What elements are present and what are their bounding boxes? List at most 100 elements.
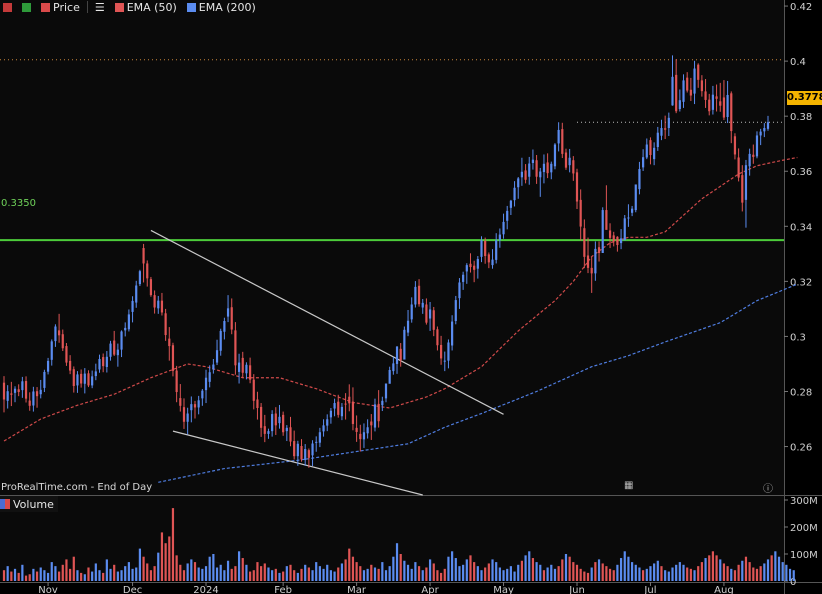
volume-bar [638,567,641,581]
candle-body [439,344,443,359]
last-price-badge: 0.3778 [787,91,822,105]
candle-body [304,449,307,461]
candle-body [241,357,244,373]
volume-bar [359,566,362,581]
candle-body [399,348,402,361]
volume-bar [72,556,75,581]
time-tick-label: Jun [568,585,585,594]
candle-body [531,159,535,163]
volume-bar [605,566,608,581]
candle-body [730,93,733,132]
candle-body [263,426,266,434]
candle-body [722,97,726,118]
candle-body [201,390,204,399]
candle-body [616,236,619,246]
volume-bar [127,562,130,581]
legend-arrow-down[interactable] [0,0,15,14]
volume-bar [355,562,358,581]
volume-bar [65,559,68,581]
volume-bar [414,562,417,581]
volume-bar [406,564,410,581]
candle-body [520,171,524,178]
candle-body [451,321,454,346]
volume-bar [171,508,175,581]
candle-body [35,391,39,397]
candle-body [693,68,696,94]
volume-panel-bg [0,496,784,581]
candle-body [575,172,579,202]
volume-bar [484,567,487,581]
price-tick-label: 0.34 [790,222,812,233]
volume-bar [557,566,560,581]
volume-bar [458,566,461,581]
candle-body [296,443,299,457]
candle-body [127,314,130,330]
candle-body [700,80,703,92]
volume-bar [263,563,266,581]
volume-bar [535,562,538,581]
list-icon[interactable]: ☰ [92,0,108,14]
volume-bar [329,570,333,581]
volume-bar [711,551,715,581]
volume-bar [399,554,402,581]
price-panel-bg [0,0,784,495]
ema200-toggle[interactable]: EMA (200) [184,0,259,14]
calendar-icon[interactable]: ▦ [624,480,633,491]
candle-body [289,427,292,442]
candle-body [432,310,435,330]
volume-bar [741,560,744,581]
volume-bar [737,564,740,581]
volume-bar [146,563,149,581]
candle-body [370,421,373,426]
ema50-toggle[interactable]: EMA (50) [112,0,180,14]
volume-bar [579,568,582,581]
volume-bar [678,562,681,581]
candle-body [410,304,413,320]
candle-body [487,254,490,263]
candle-body [116,349,119,356]
candle-body [355,427,358,432]
volume-bar [686,567,689,581]
chart-window: 0.42 0.4 0.38 0.36 0.34 0.32 0.3 0.28 0.26 0 100M 2… [0,0,822,594]
price-chart[interactable]: 0.420.40.380.360.340.320.30.280.260100M2… [0,0,822,594]
candle-body [428,309,432,319]
candle-body [69,360,72,371]
volume-bar [465,559,468,581]
candle-body [76,374,79,386]
candle-body [204,377,208,391]
volume-bar [520,560,524,581]
candle-body [182,407,186,422]
volume-bar [43,570,46,581]
legend-arrow-up[interactable] [19,0,34,14]
candle-body [32,391,35,406]
candle-body [535,160,538,177]
legend-toolbar: Price ☰ EMA (50) EMA (200) [0,0,259,14]
candle-body [6,391,9,401]
volume-bar [340,563,344,581]
candle-body [630,208,634,213]
volume-bar [32,568,35,581]
volume-bar [326,564,329,581]
volume-bar [135,567,138,581]
info-icon[interactable]: ⓘ [763,480,773,495]
candle-body [131,300,134,312]
candle-body [351,401,355,424]
volume-bar [116,571,119,581]
price-toggle[interactable]: Price [38,0,83,14]
volume-bar [362,570,366,581]
candle-body [733,136,737,155]
ema50-label: EMA (50) [126,0,177,14]
candle-body [348,396,351,404]
candle-body [300,445,303,460]
volume-bar [675,564,678,581]
candle-body [664,128,667,130]
candle-body [230,307,233,330]
volume-bar [10,571,13,581]
volume-bar [634,564,637,581]
candle-body [586,255,590,268]
candle-body [744,165,748,200]
candle-body [223,321,226,332]
time-tick-label: Nov [38,585,58,594]
volume-bar [572,562,575,581]
candle-body [553,144,557,167]
